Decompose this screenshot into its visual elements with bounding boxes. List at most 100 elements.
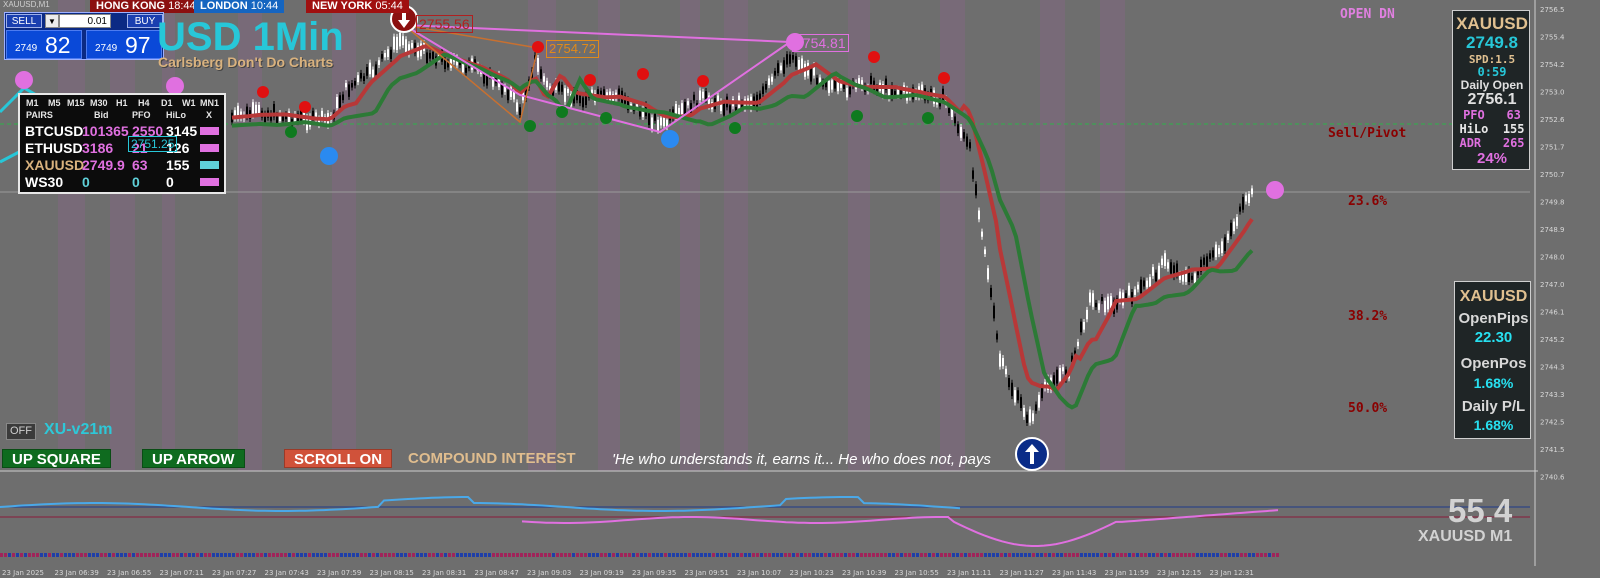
pair-name: BTCUSD xyxy=(25,123,84,139)
sell-signal-dot xyxy=(938,72,950,84)
timeframe-button[interactable]: M1 xyxy=(26,98,39,108)
lot-dropdown-icon[interactable]: ▼ xyxy=(45,14,59,28)
osc-histogram-bar xyxy=(208,553,211,557)
osc-histogram-bar xyxy=(1136,553,1139,557)
candle-body xyxy=(783,60,785,74)
candle-body xyxy=(1104,300,1106,313)
osc-histogram-bar xyxy=(524,553,527,557)
osc-histogram-bar xyxy=(256,553,259,557)
candle-body xyxy=(846,87,848,98)
sell-button[interactable]: SELL xyxy=(6,14,42,28)
osc-histogram-bar xyxy=(80,553,83,557)
osc-histogram-bar xyxy=(104,553,107,557)
candle-body xyxy=(771,76,773,82)
session-band xyxy=(848,0,870,471)
osc-histogram-bar xyxy=(360,553,363,557)
osc-histogram-bar xyxy=(776,553,779,557)
candle-body xyxy=(345,83,347,88)
candle-body xyxy=(816,77,818,85)
osc-histogram-bar xyxy=(980,553,983,557)
osc-histogram-bar xyxy=(1012,553,1015,557)
session-band xyxy=(162,0,175,471)
x-axis-tick-label: 23 Jan 12:15 xyxy=(1157,569,1201,577)
osc-histogram-bar xyxy=(788,553,791,557)
buy-price-box[interactable]: 2749 97 xyxy=(86,30,162,59)
osc-histogram-bar xyxy=(1000,553,1003,557)
osc-histogram-bar xyxy=(272,553,275,557)
osc-histogram-bar xyxy=(332,553,335,557)
timeframe-button[interactable]: H4 xyxy=(138,98,150,108)
osc-histogram-bar xyxy=(436,553,439,557)
panel-symbol: XAUUSD xyxy=(1456,14,1528,33)
fib-level-label: 50.0% xyxy=(1348,401,1388,416)
osc-histogram-bar xyxy=(1244,553,1247,557)
candle-body xyxy=(1158,265,1160,279)
candle-body xyxy=(1203,257,1205,265)
osc-histogram-bar xyxy=(212,553,215,557)
osc-histogram-bar xyxy=(672,553,675,557)
timeframe-button[interactable]: M15 xyxy=(67,98,85,108)
osc-histogram-bar xyxy=(84,553,87,557)
timeframe-button[interactable]: W1 xyxy=(182,98,196,108)
osc-histogram-bar xyxy=(232,553,235,557)
sell-price-box[interactable]: 2749 82 xyxy=(6,30,82,59)
osc-histogram-bar xyxy=(888,553,891,557)
osc-histogram-bar xyxy=(120,553,123,557)
pair-color-swatch[interactable] xyxy=(200,144,219,152)
scrolling-quote: 'He who understands it, earns it... He w… xyxy=(612,451,991,468)
candle-body xyxy=(1134,289,1136,295)
osc-histogram-bar xyxy=(168,553,171,557)
candle-body xyxy=(372,69,374,77)
candle-body xyxy=(378,60,380,65)
candle-body xyxy=(561,84,563,92)
timeframe-button[interactable]: MN1 xyxy=(200,98,219,108)
osc-histogram-bar xyxy=(608,553,611,557)
up-square-button[interactable]: UP SQUARE xyxy=(2,449,111,468)
up-arrow-button[interactable]: UP ARROW xyxy=(142,449,245,468)
osc-histogram-bar xyxy=(1228,553,1231,557)
osc-histogram-bar xyxy=(1120,553,1123,557)
price-chart[interactable]: 2756.5 2755.4 2754.2 2753.0 2752.6 2751.7 2750… xyxy=(0,0,1600,578)
timeframe-button[interactable]: H1 xyxy=(116,98,128,108)
osc-histogram-bar xyxy=(548,553,551,557)
timeframe-button[interactable]: M30 xyxy=(90,98,108,108)
osc-histogram-bar xyxy=(128,553,131,557)
osc-histogram-bar xyxy=(496,553,499,557)
pips-panel: XAUUSD OpenPips 22.30 OpenPos 1.68% Dail… xyxy=(1454,281,1531,439)
osc-histogram-bar xyxy=(572,553,575,557)
osc-histogram-bar xyxy=(116,553,119,557)
osc-histogram-bar xyxy=(180,553,183,557)
osc-histogram-bar xyxy=(420,553,423,557)
pair-hilo: 155 xyxy=(166,157,190,173)
version-label: XU-v21m xyxy=(44,421,113,438)
osc-histogram-bar xyxy=(1144,553,1147,557)
candle-body xyxy=(969,142,971,149)
lot-size-input[interactable]: 0.01 xyxy=(59,14,111,28)
pair-color-swatch[interactable] xyxy=(200,161,219,169)
osc-histogram-bar xyxy=(1268,553,1271,557)
osc-histogram-bar xyxy=(0,553,3,557)
candle-body xyxy=(363,76,365,82)
off-toggle-button[interactable]: OFF xyxy=(6,423,36,440)
candle-body xyxy=(987,268,989,280)
timeframe-button[interactable]: D1 xyxy=(161,98,173,108)
osc-histogram-bar xyxy=(348,553,351,557)
pair-color-swatch[interactable] xyxy=(200,178,219,186)
x-axis-tick-label: 23 Jan 08:47 xyxy=(475,569,519,577)
session-time: 10:44 xyxy=(250,0,279,12)
pair-color-swatch[interactable] xyxy=(200,127,219,135)
osc-histogram-bar xyxy=(96,553,99,557)
osc-histogram-bar xyxy=(624,553,627,557)
timeframe-button[interactable]: M5 xyxy=(48,98,61,108)
scroll-on-button[interactable]: SCROLL ON xyxy=(284,449,393,468)
candle-body xyxy=(1149,277,1151,287)
osc-histogram-bar xyxy=(968,553,971,557)
osc-histogram-bar xyxy=(948,553,951,557)
oscillator-line xyxy=(0,496,961,512)
candle-body xyxy=(543,76,545,82)
candle-body xyxy=(972,170,974,179)
candle-body xyxy=(339,95,341,108)
osc-histogram-bar xyxy=(916,553,919,557)
open-pips-value: 22.30 xyxy=(1474,329,1513,346)
candle-body xyxy=(831,80,833,90)
